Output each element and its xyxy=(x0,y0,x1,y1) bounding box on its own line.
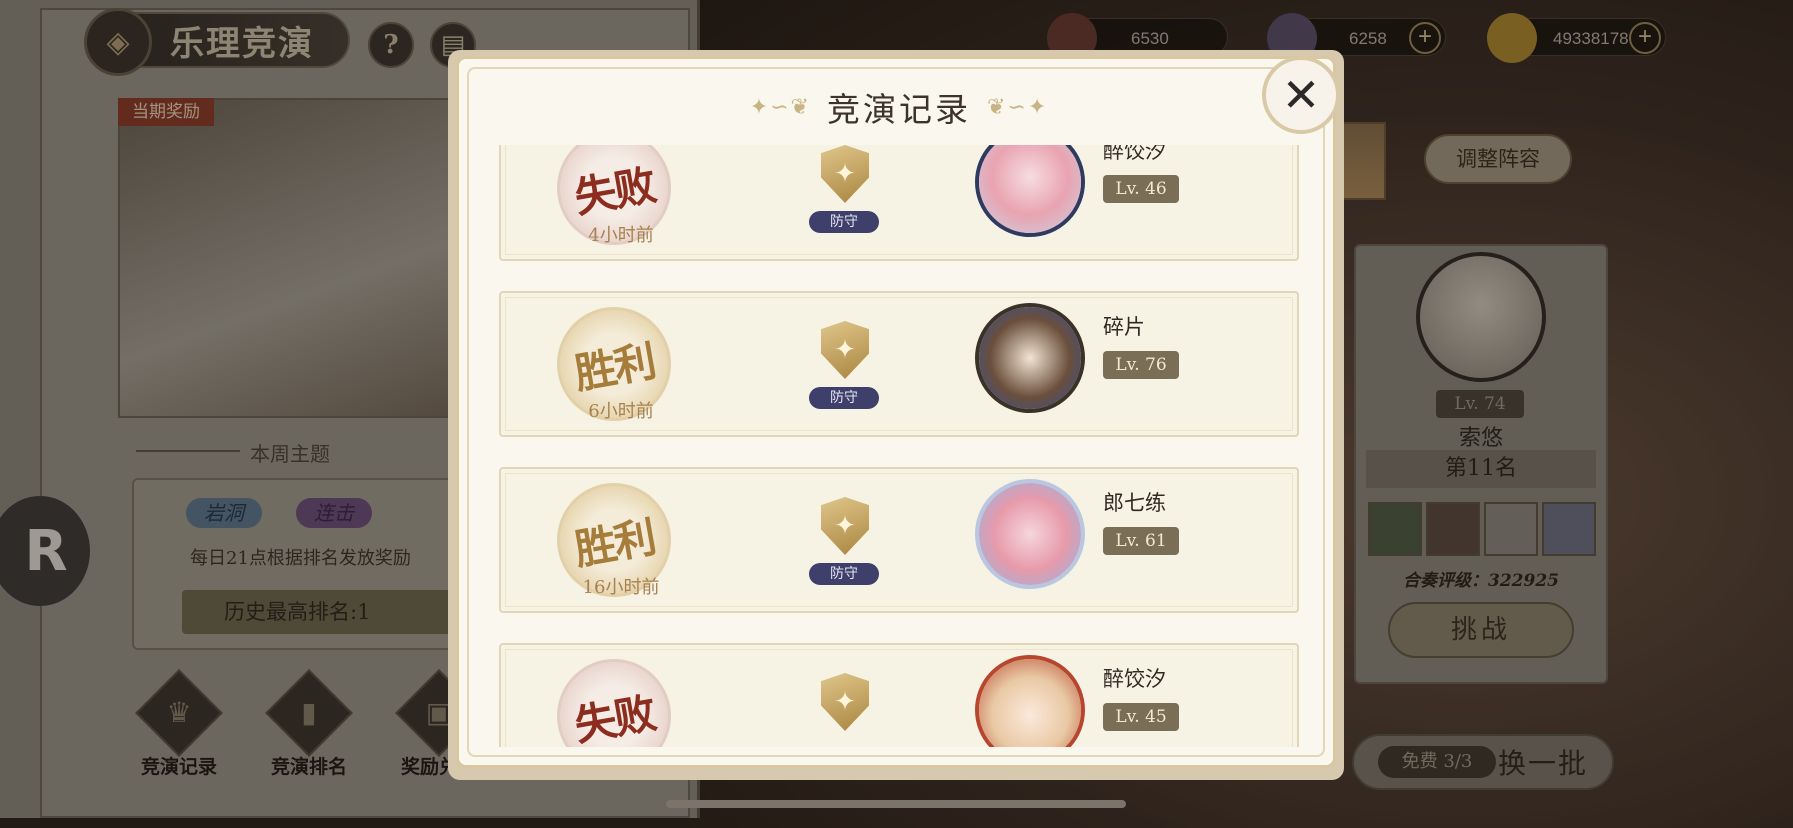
free-refresh-count: 免费 3/3 xyxy=(1378,746,1496,778)
challenge-button[interactable]: 挑战 xyxy=(1388,602,1574,658)
trophy-icon: ♛ xyxy=(166,696,192,729)
shield-icon: ✦ xyxy=(821,145,869,203)
theme-tag-cave: 岩洞 xyxy=(186,498,262,528)
record-time: 4小时前 xyxy=(588,225,654,246)
currency-gold-value: 49338178 xyxy=(1553,29,1629,48)
record-row[interactable]: 失败 ✦ 醉饺汐 Lv. 45 xyxy=(499,643,1299,747)
shield-icon: ✦ xyxy=(821,673,869,731)
record-row[interactable]: 胜利 6小时前 ✦ 防守 碎片 Lv. 76 xyxy=(499,291,1299,437)
home-indicator[interactable] xyxy=(666,800,1126,808)
currency-crystal-value: 6258 xyxy=(1349,29,1387,48)
modal-header: ✦∽❦ 竞演记录 ❦∽✦ xyxy=(459,83,1333,131)
player-avatar[interactable] xyxy=(975,303,1085,413)
player-avatar[interactable] xyxy=(975,145,1085,237)
player-avatar[interactable] xyxy=(975,655,1085,747)
shield-icon: ✦ xyxy=(821,497,869,555)
help-button[interactable]: ? xyxy=(368,22,414,68)
player-name: 醉饺汐 xyxy=(1103,145,1166,163)
ornament-right-icon: ❦∽✦ xyxy=(987,94,1049,120)
reward-character-art[interactable] xyxy=(118,98,458,418)
arena-records-button[interactable]: ♛ 竞演记录 xyxy=(134,669,224,779)
arena-ranking-button[interactable]: ▮ 竞演排名 xyxy=(264,669,354,779)
record-row[interactable]: 胜利 16小时前 ✦ 防守 郎七练 Lv. 61 xyxy=(499,467,1299,613)
result-text: 胜利 xyxy=(570,511,659,575)
opponent-rating: 合奏评级：322925 xyxy=(1403,571,1559,591)
current-reward-tag: 当期奖励 xyxy=(118,98,214,126)
modal-title: 竞演记录 xyxy=(827,90,971,129)
arena-emblem-icon[interactable]: ◈ xyxy=(84,8,152,76)
result-text: 胜利 xyxy=(570,335,659,399)
player-avatar[interactable] xyxy=(975,479,1085,589)
add-gold-button[interactable]: + xyxy=(1629,22,1661,54)
player-name: 碎片 xyxy=(1103,315,1145,339)
opponent-rank: 第11名 xyxy=(1366,450,1596,488)
currency-book-value: 6530 xyxy=(1131,29,1169,48)
opponent-avatar[interactable] xyxy=(1416,252,1546,382)
opponent-team-slot xyxy=(1426,502,1480,556)
close-icon: ✕ xyxy=(1281,68,1321,122)
role-badge: 防守 xyxy=(809,563,879,585)
player-name: 郎七练 xyxy=(1103,491,1166,515)
player-level: Lv. 76 xyxy=(1103,351,1179,379)
records-modal: ✦∽❦ 竞演记录 ❦∽✦ 失败 4小时前 ✦ 防守 醉饺汐 Lv. 46 胜利 … xyxy=(456,56,1336,768)
opponent-team-slot xyxy=(1484,502,1538,556)
week-theme-heading: 本周主题 xyxy=(130,438,450,467)
player-level: Lv. 46 xyxy=(1103,175,1179,203)
record-row[interactable]: 失败 4小时前 ✦ 防守 醉饺汐 Lv. 46 xyxy=(499,145,1299,261)
refresh-label: 换一批 xyxy=(1498,747,1589,780)
ornament-left-icon: ✦∽❦ xyxy=(749,94,811,120)
opponent-team-slot xyxy=(1542,502,1596,556)
add-crystal-button[interactable]: + xyxy=(1409,22,1441,54)
question-icon: ? xyxy=(383,30,399,60)
shield-icon: ✦ xyxy=(821,321,869,379)
record-time: 6小时前 xyxy=(588,401,654,422)
opponent-level: Lv. 74 xyxy=(1436,390,1524,418)
page-title: 乐理竞演 xyxy=(170,24,314,64)
adjust-lineup-button[interactable]: 调整阵容 xyxy=(1424,134,1572,184)
opponent-name: 索悠 xyxy=(1458,426,1503,451)
player-name: 醉饺汐 xyxy=(1103,667,1166,691)
theme-tag-combo: 连击 xyxy=(296,498,372,528)
gold-coin-icon xyxy=(1487,13,1537,63)
daily-reward-info: 每日21点根据排名发放奖励 xyxy=(190,548,411,569)
role-badge: 防守 xyxy=(809,211,879,233)
result-text: 失败 xyxy=(570,159,659,223)
best-rank-banner: 历史最高排名:1 xyxy=(182,590,462,634)
close-button[interactable]: ✕ xyxy=(1262,56,1340,134)
role-badge: 防守 xyxy=(809,387,879,409)
result-stamp: 失败 xyxy=(557,659,671,747)
player-level: Lv. 61 xyxy=(1103,527,1179,555)
player-level: Lv. 45 xyxy=(1103,703,1179,731)
result-text: 失败 xyxy=(570,687,659,747)
bar-chart-icon: ▮ xyxy=(301,696,317,729)
opponent-team-slot xyxy=(1368,502,1422,556)
record-time: 16小时前 xyxy=(582,577,660,598)
currency-gold: 49338178 + xyxy=(1487,13,1666,63)
records-list[interactable]: 失败 4小时前 ✦ 防守 醉饺汐 Lv. 46 胜利 6小时前 ✦ 防守 碎片 … xyxy=(489,145,1309,747)
